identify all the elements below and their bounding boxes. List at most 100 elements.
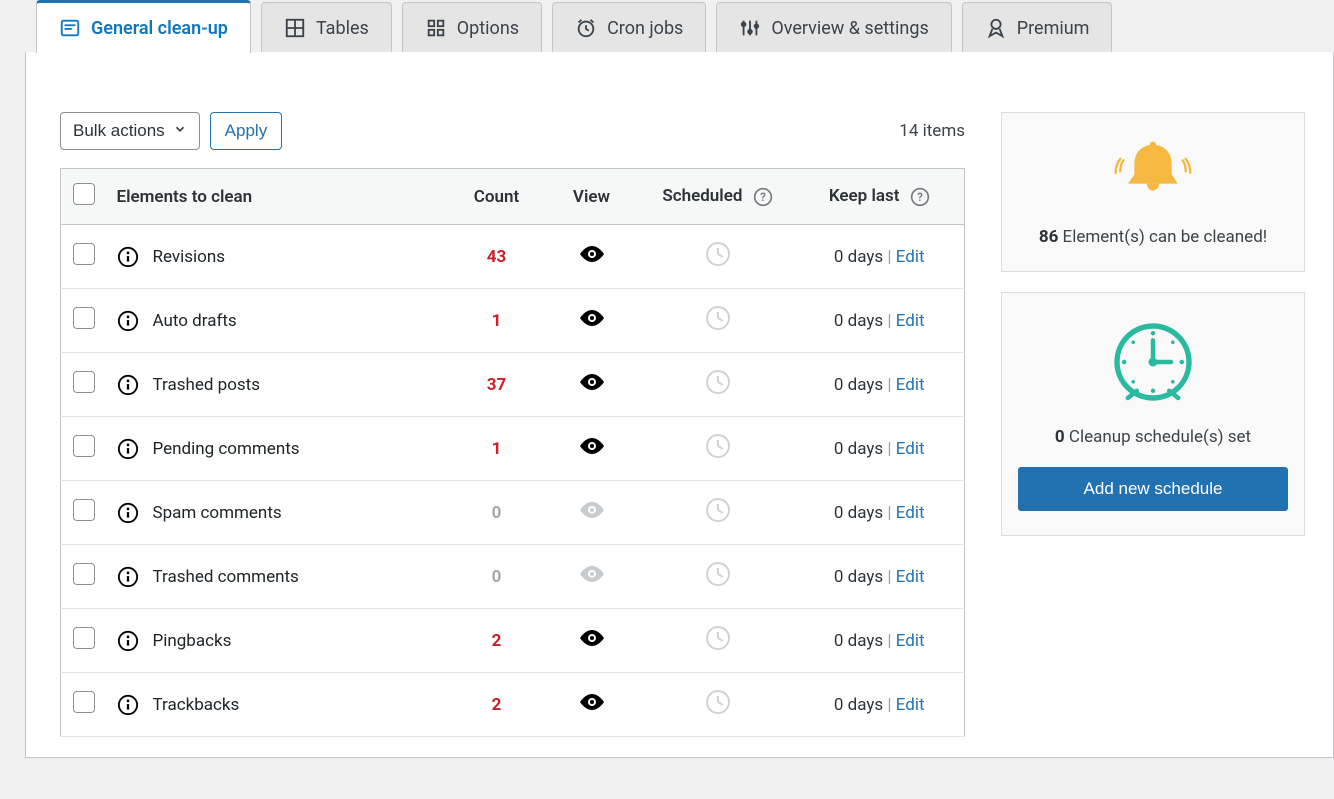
keep-value: 0 days [834, 567, 883, 587]
scheduled-icon [705, 241, 731, 267]
header-count: Count [451, 169, 543, 225]
scheduled-icon [705, 497, 731, 523]
select-all-checkbox[interactable] [73, 183, 95, 205]
row-label: Pending comments [153, 439, 300, 459]
edit-link[interactable]: Edit [896, 311, 925, 331]
keep-value: 0 days [834, 503, 883, 523]
info-icon[interactable] [117, 374, 139, 396]
row-label: Trackbacks [153, 695, 240, 715]
item-count: 14 items [899, 121, 965, 141]
table-row: Auto drafts 1 0 days | Edit [61, 289, 965, 353]
table-row: Spam comments 0 0 days | Edit [61, 481, 965, 545]
premium-icon [985, 17, 1007, 39]
tab-cron[interactable]: Cron jobs [552, 2, 706, 53]
tab-label: Tables [316, 18, 369, 39]
info-icon[interactable] [117, 310, 139, 332]
info-icon[interactable] [117, 438, 139, 460]
view-icon[interactable] [578, 692, 606, 712]
header-view: View [543, 169, 641, 225]
scheduled-icon [705, 369, 731, 395]
view-icon[interactable] [578, 564, 606, 584]
row-checkbox[interactable] [73, 499, 95, 521]
edit-link[interactable]: Edit [896, 439, 925, 459]
view-icon[interactable] [578, 372, 606, 392]
count-value: 37 [487, 375, 507, 395]
scheduled-icon [705, 305, 731, 331]
row-checkbox[interactable] [73, 307, 95, 329]
tab-label: General clean-up [91, 18, 228, 39]
cleanup-table: Elements to clean Count View Scheduled ?… [60, 168, 965, 737]
row-checkbox[interactable] [73, 243, 95, 265]
edit-link[interactable]: Edit [896, 695, 925, 715]
row-label: Spam comments [153, 503, 282, 523]
table-row: Trashed comments 0 0 days | Edit [61, 545, 965, 609]
table-row: Revisions 43 0 days | Edit [61, 225, 965, 289]
edit-link[interactable]: Edit [896, 631, 925, 651]
row-label: Trashed comments [153, 567, 299, 587]
tab-options[interactable]: Options [402, 2, 542, 53]
header-elements: Elements to clean [107, 169, 451, 225]
scheduled-icon [705, 561, 731, 587]
apply-button[interactable]: Apply [210, 112, 283, 150]
info-icon[interactable] [117, 502, 139, 524]
bulk-actions-select[interactable]: Bulk actions [60, 112, 200, 150]
edit-link[interactable]: Edit [896, 567, 925, 587]
keep-value: 0 days [834, 311, 883, 331]
tab-overview[interactable]: Overview & settings [716, 2, 951, 53]
scheduled-icon [705, 433, 731, 459]
view-icon[interactable] [578, 628, 606, 648]
edit-link[interactable]: Edit [896, 375, 925, 395]
row-checkbox[interactable] [73, 563, 95, 585]
table-row: Pingbacks 2 0 days | Edit [61, 609, 965, 673]
view-icon[interactable] [578, 436, 606, 456]
header-keep: Keep last ? [795, 169, 965, 225]
tab-premium[interactable]: Premium [962, 2, 1113, 53]
row-label: Pingbacks [153, 631, 232, 651]
help-icon[interactable]: ? [753, 187, 773, 207]
count-value: 2 [492, 631, 502, 651]
schedule-card: 0 Cleanup schedule(s) set Add new schedu… [1001, 292, 1305, 536]
options-icon [425, 17, 447, 39]
view-icon[interactable] [578, 244, 606, 264]
tab-tables[interactable]: Tables [261, 2, 392, 53]
row-label: Revisions [153, 247, 226, 267]
cron-icon [575, 17, 597, 39]
keep-value: 0 days [834, 375, 883, 395]
count-value: 43 [487, 247, 507, 267]
info-icon[interactable] [117, 566, 139, 588]
svg-text:?: ? [760, 190, 766, 204]
row-checkbox[interactable] [73, 627, 95, 649]
view-icon[interactable] [578, 308, 606, 328]
tab-bar: General clean-up Tables Options Cron job… [0, 0, 1334, 53]
tables-icon [284, 17, 306, 39]
keep-value: 0 days [834, 439, 883, 459]
info-icon[interactable] [117, 246, 139, 268]
tab-label: Overview & settings [771, 18, 928, 39]
view-icon[interactable] [578, 500, 606, 520]
svg-text:?: ? [917, 190, 923, 204]
schedule-text: 0 Cleanup schedule(s) set [1018, 427, 1288, 447]
tab-label: Options [457, 18, 519, 39]
edit-link[interactable]: Edit [896, 247, 925, 267]
cleanable-text: 86 Element(s) can be cleaned! [1018, 227, 1288, 247]
tab-general-cleanup[interactable]: General clean-up [36, 0, 251, 53]
cleanable-card: 86 Element(s) can be cleaned! [1001, 112, 1305, 272]
row-checkbox[interactable] [73, 435, 95, 457]
help-icon[interactable]: ? [910, 187, 930, 207]
info-icon[interactable] [117, 630, 139, 652]
cleanup-icon [59, 17, 81, 39]
row-checkbox[interactable] [73, 371, 95, 393]
count-value: 0 [492, 567, 502, 587]
info-icon[interactable] [117, 694, 139, 716]
settings-icon [739, 17, 761, 39]
table-row: Trackbacks 2 0 days | Edit [61, 673, 965, 737]
count-value: 2 [492, 695, 502, 715]
scheduled-icon [705, 625, 731, 651]
count-value: 1 [492, 439, 502, 459]
row-label: Trashed posts [153, 375, 261, 395]
row-checkbox[interactable] [73, 691, 95, 713]
add-schedule-button[interactable]: Add new schedule [1018, 467, 1288, 511]
table-row: Pending comments 1 0 days | Edit [61, 417, 965, 481]
tab-label: Premium [1017, 18, 1090, 39]
edit-link[interactable]: Edit [896, 503, 925, 523]
